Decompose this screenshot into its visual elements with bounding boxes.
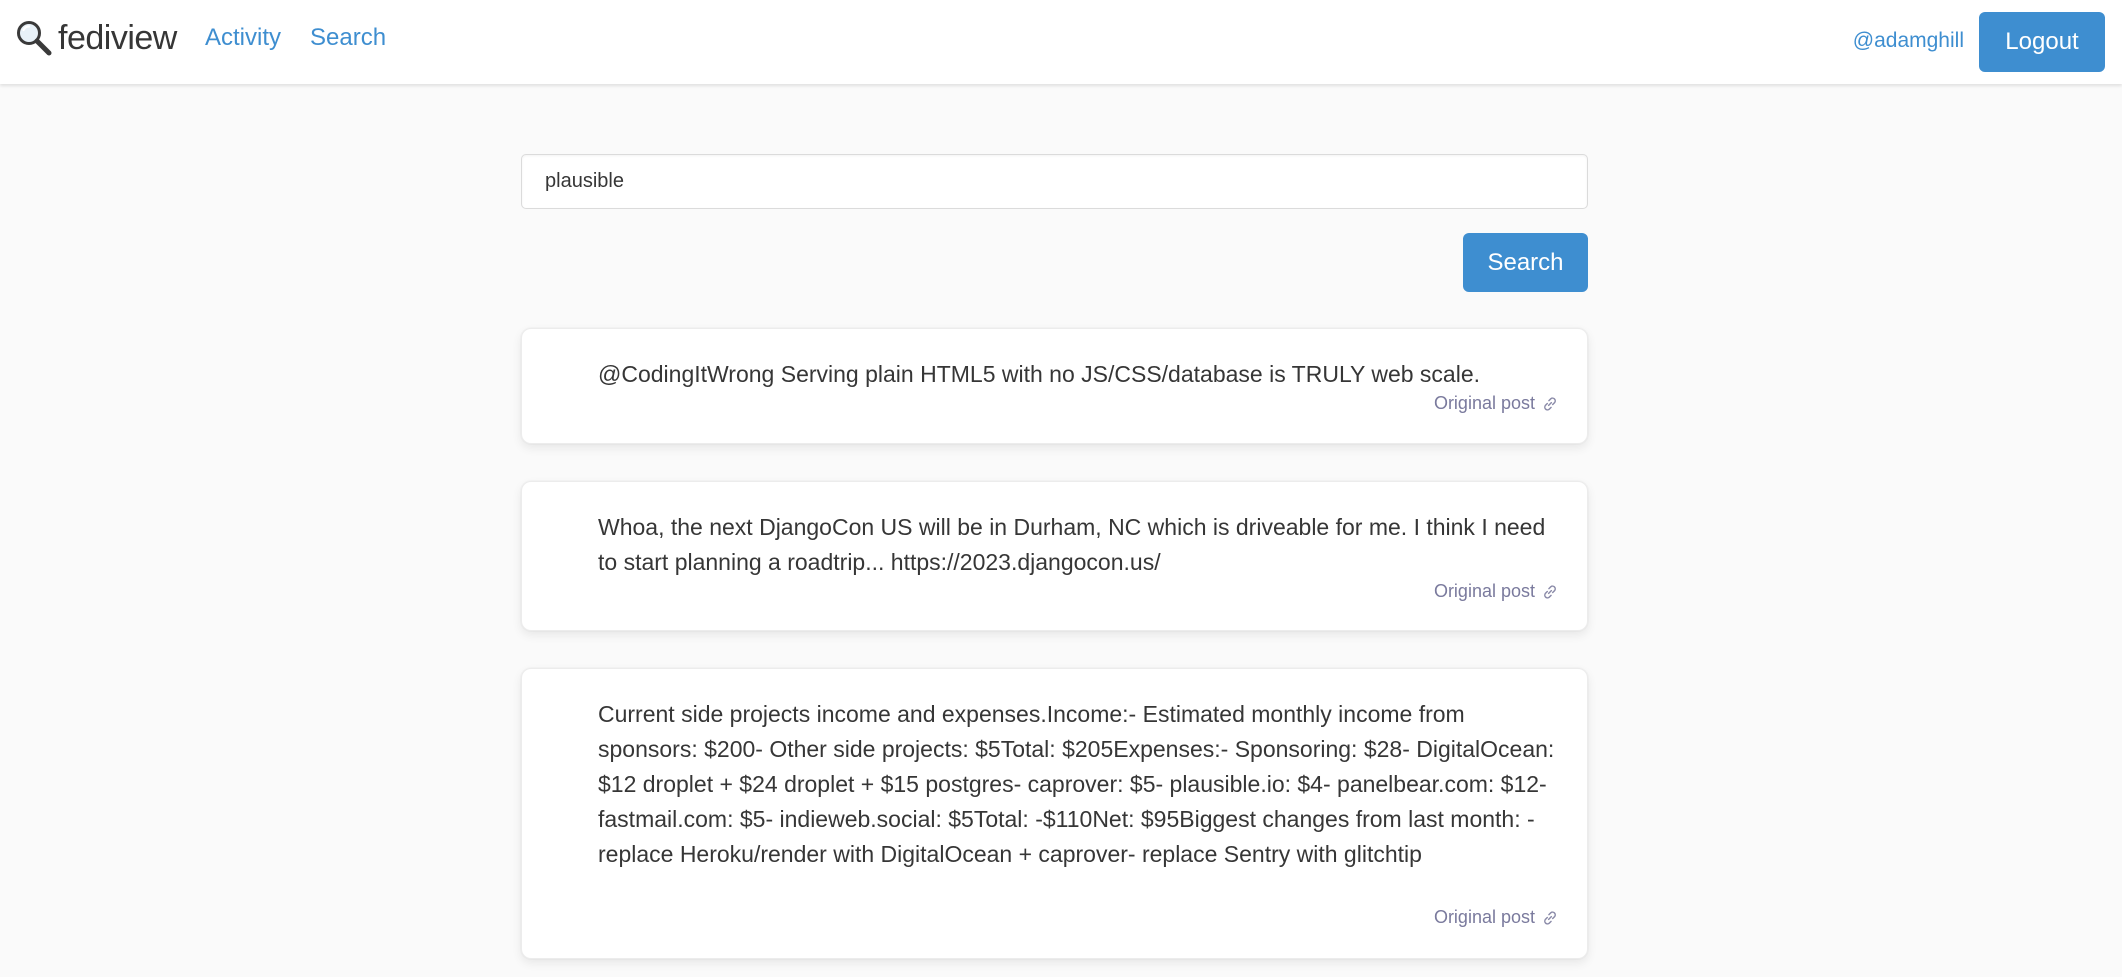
- post-card: Current side projects income and expense…: [521, 668, 1588, 959]
- post-card: @CodingItWrong Serving plain HTML5 with …: [521, 328, 1588, 444]
- original-post-link[interactable]: Original post: [1434, 907, 1559, 928]
- original-post-label: Original post: [1433, 907, 1535, 927]
- brand-link[interactable]: fediview: [14, 16, 177, 60]
- logout-button[interactable]: Logout: [1979, 12, 2105, 72]
- nav-link-activity[interactable]: Activity: [205, 20, 281, 56]
- magnifying-glass-icon: [17, 21, 52, 56]
- post-content: Current side projects income and expense…: [598, 701, 1555, 867]
- post-content: Whoa, the next DjangoCon US will be in D…: [598, 514, 1546, 575]
- original-post-label: Original post: [1433, 393, 1535, 413]
- brand-name: fediview: [58, 18, 177, 57]
- link-icon: [1544, 584, 1556, 599]
- original-post-link[interactable]: Original post: [1434, 581, 1559, 602]
- nav-link-search[interactable]: Search: [310, 20, 386, 56]
- link-icon: [1544, 396, 1556, 411]
- link-icon: [1544, 910, 1556, 925]
- post-card: Whoa, the next DjangoCon US will be in D…: [521, 481, 1588, 631]
- search-button[interactable]: Search: [1463, 233, 1588, 292]
- search-input[interactable]: [521, 154, 1588, 209]
- original-post-label: Original post: [1433, 581, 1535, 601]
- original-post-link[interactable]: Original post: [1434, 393, 1559, 414]
- post-content: @CodingItWrong Serving plain HTML5 with …: [598, 361, 1481, 387]
- navbar: fediview Activity Search @adamghill Logo…: [0, 0, 2122, 84]
- user-profile-link[interactable]: @adamghill: [1853, 24, 1964, 58]
